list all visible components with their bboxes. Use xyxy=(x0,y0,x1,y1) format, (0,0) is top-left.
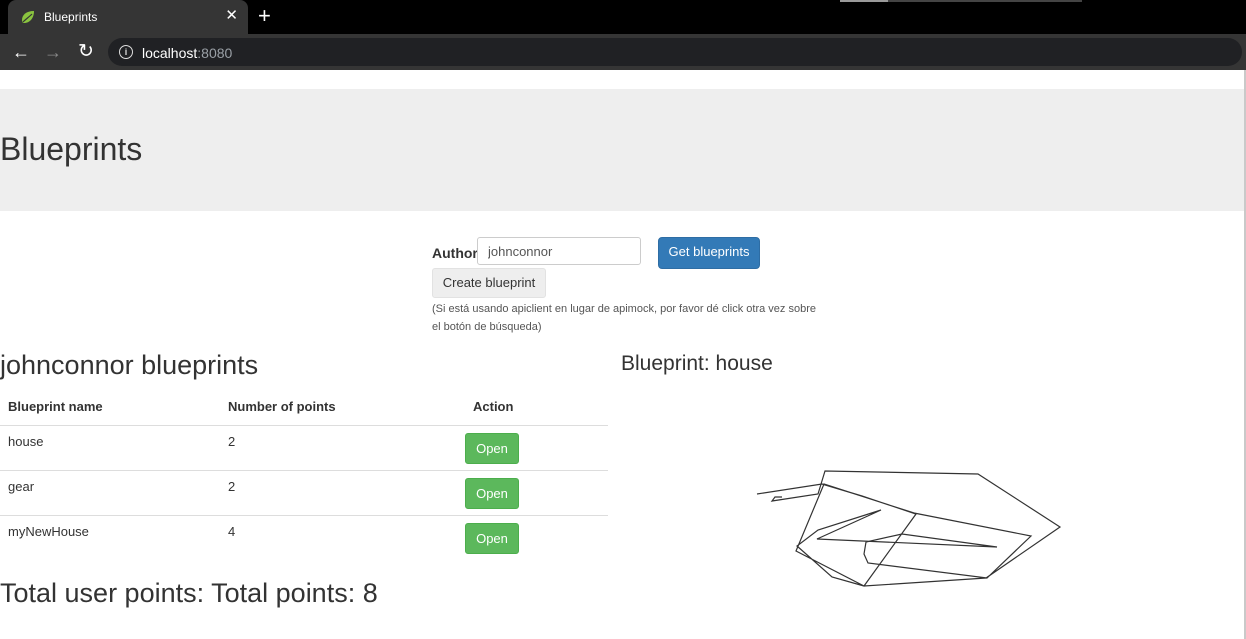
spring-leaf-icon xyxy=(22,11,34,23)
tab-close-icon[interactable]: ✕ xyxy=(225,7,238,25)
browser-toolbar: ← → ↻ i localhost:8080 xyxy=(0,34,1246,70)
browser-tabstrip: Blueprints ✕ + xyxy=(0,0,1246,34)
open-button[interactable]: Open xyxy=(465,523,519,554)
action-cell: Open xyxy=(465,470,608,516)
blueprint-canvas[interactable] xyxy=(622,386,1222,636)
column-header-action: Action xyxy=(465,388,608,426)
total-points: Total user points: Total points: 8 xyxy=(0,578,378,608)
url-host: localhost xyxy=(142,45,198,61)
blueprint-points: 4 xyxy=(220,515,465,561)
create-blueprint-button[interactable]: Create blueprint xyxy=(432,268,546,298)
author-label: Author xyxy=(432,245,478,261)
blueprint-drawing xyxy=(756,470,1062,587)
blueprint-name: myNewHouse xyxy=(0,515,220,561)
open-button[interactable]: Open xyxy=(465,478,519,509)
column-header-name: Blueprint name xyxy=(0,388,220,426)
table-row: house 2 Open xyxy=(0,425,608,471)
column-header-points: Number of points xyxy=(220,388,465,426)
blueprints-list-title: johnconnor blueprints xyxy=(0,350,259,380)
table-row: gear 2 Open xyxy=(0,470,608,516)
canvas-title: Blueprint: house xyxy=(621,352,773,375)
get-blueprints-button[interactable]: Get blueprints xyxy=(658,237,760,269)
action-cell: Open xyxy=(465,425,608,471)
address-url: localhost:8080 xyxy=(142,45,232,61)
tabstrip-indicator xyxy=(840,0,888,2)
author-input[interactable] xyxy=(477,237,641,265)
back-arrow-icon[interactable]: ← xyxy=(10,41,32,63)
blueprints-table: Blueprint name Number of points Action h… xyxy=(0,388,608,561)
open-button[interactable]: Open xyxy=(465,433,519,464)
table-header-row: Blueprint name Number of points Action xyxy=(0,388,608,426)
blueprint-name: house xyxy=(0,425,220,471)
browser-tab[interactable]: Blueprints ✕ xyxy=(8,0,248,34)
jumbotron: Blueprints xyxy=(0,89,1244,211)
new-tab-icon[interactable]: + xyxy=(258,4,271,28)
blueprint-points: 2 xyxy=(220,470,465,516)
help-text: (Si está usando apiclient en lugar de ap… xyxy=(432,303,816,333)
forward-arrow-icon[interactable]: → xyxy=(42,41,64,63)
address-bar[interactable]: i localhost:8080 xyxy=(108,38,1242,66)
tabstrip-indicator-track xyxy=(888,0,1082,2)
page-title: Blueprints xyxy=(0,131,143,167)
tab-title: Blueprints xyxy=(44,10,98,24)
blueprint-points: 2 xyxy=(220,425,465,471)
url-port: :8080 xyxy=(197,45,233,61)
table-row: myNewHouse 4 Open xyxy=(0,515,608,561)
site-info-icon[interactable]: i xyxy=(119,45,133,59)
action-cell: Open xyxy=(465,515,608,561)
reload-icon[interactable]: ↻ xyxy=(75,41,97,63)
blueprint-name: gear xyxy=(0,470,220,516)
